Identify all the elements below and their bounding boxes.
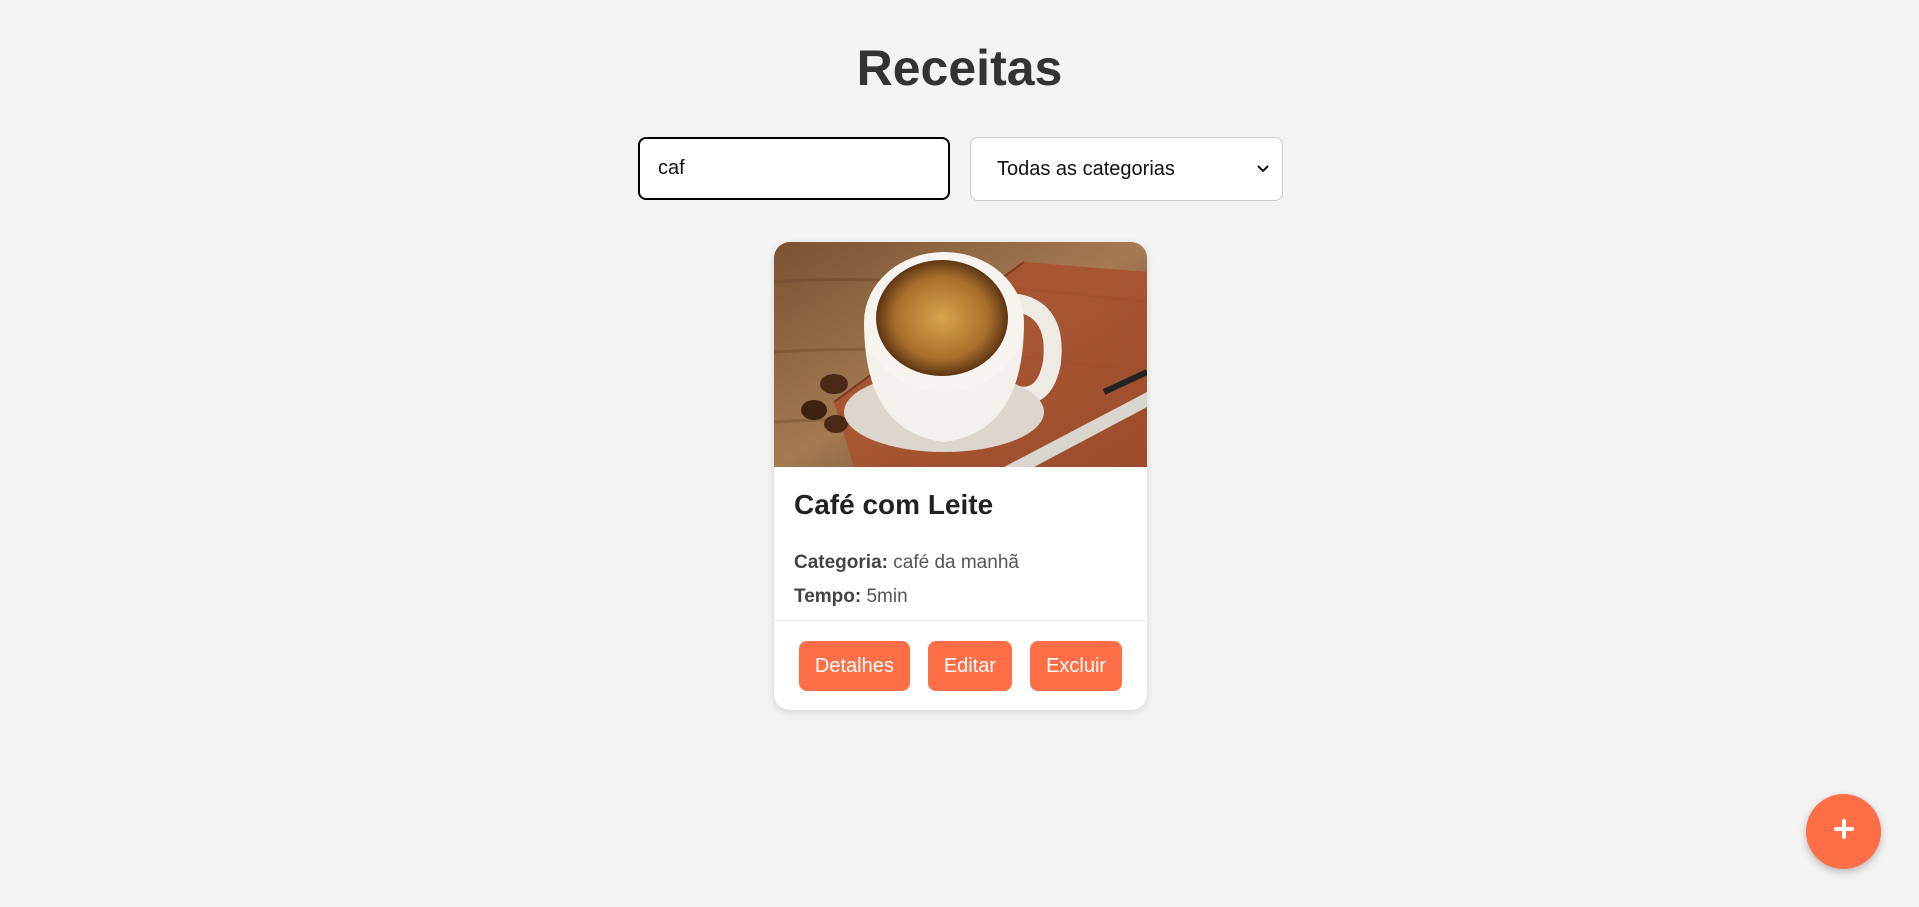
recipe-category: Categoria: café da manhã <box>794 552 1019 574</box>
add-recipe-button[interactable] <box>1806 794 1881 869</box>
category-select-value: Todas as categorias <box>997 157 1175 180</box>
delete-button[interactable]: Excluir <box>1030 641 1123 691</box>
category-value: café da manhã <box>893 552 1019 573</box>
time-value: 5min <box>866 586 908 607</box>
category-select[interactable]: Todas as categorias <box>970 137 1283 201</box>
time-label: Tempo: <box>794 586 862 607</box>
chevron-down-icon <box>1256 162 1270 176</box>
recipe-time: Tempo: 5min <box>794 586 908 608</box>
page-title: Receitas <box>856 40 1063 96</box>
recipe-image <box>774 242 1147 467</box>
recipe-title: Café com Leite <box>794 489 994 520</box>
edit-button[interactable]: Editar <box>927 641 1013 691</box>
category-label: Categoria: <box>794 552 888 573</box>
search-input[interactable] <box>638 137 950 200</box>
recipe-card: Café com Leite Categoria: café da manhã … <box>774 242 1147 710</box>
card-actions: Detalhes Editar Excluir <box>774 641 1147 691</box>
plus-icon <box>1833 818 1855 845</box>
details-button[interactable]: Detalhes <box>798 641 910 691</box>
card-divider <box>774 620 1147 621</box>
